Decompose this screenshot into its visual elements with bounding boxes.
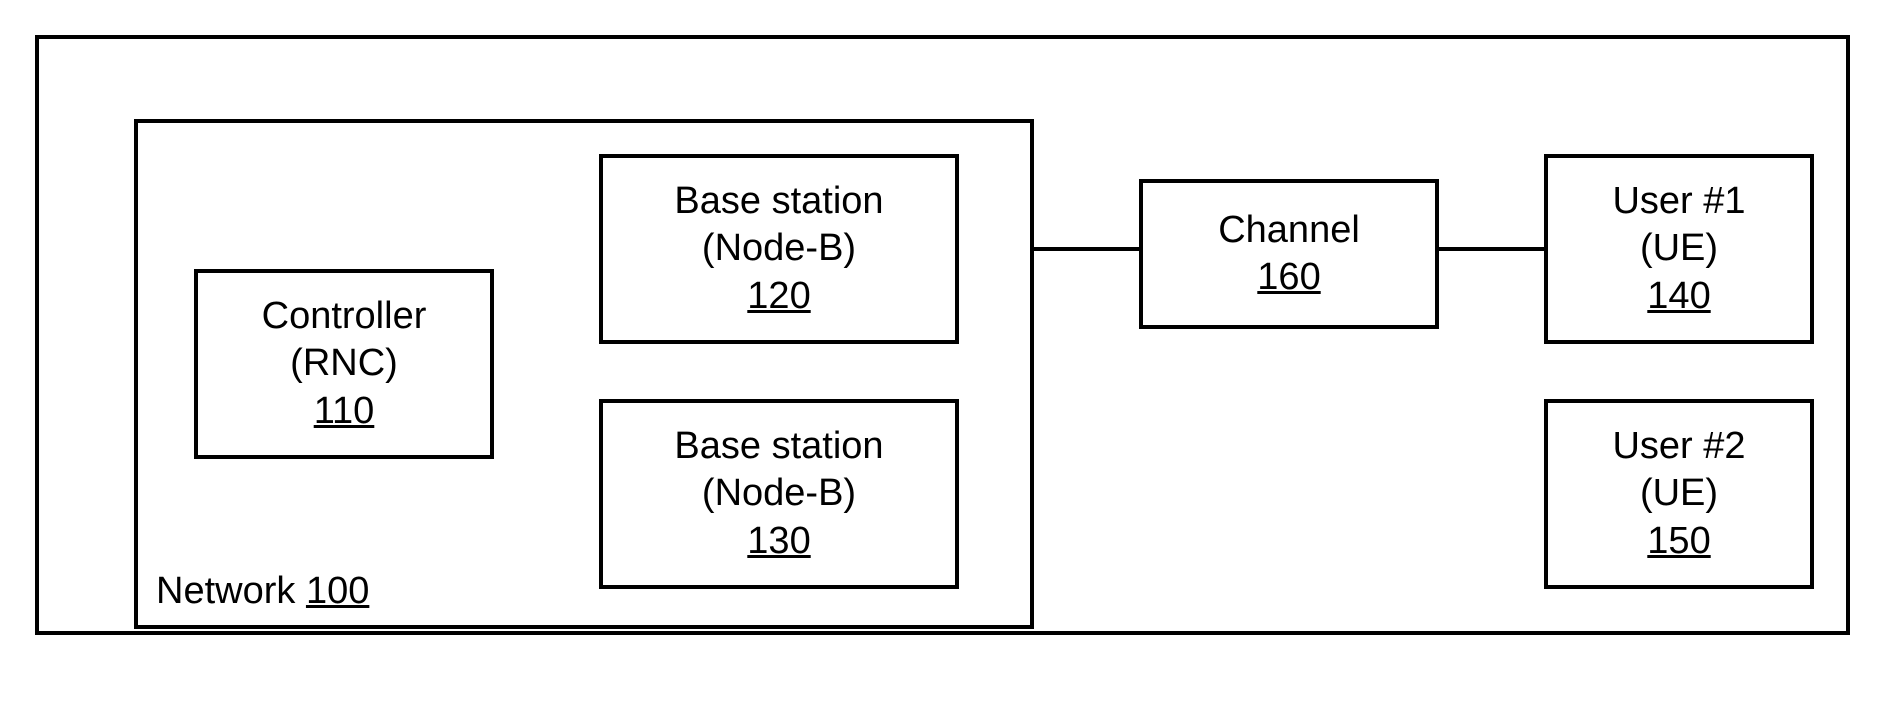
- network-label: Network 100: [156, 568, 369, 616]
- bs1-subtitle: (Node-B): [702, 225, 856, 273]
- base-station-1-box: Base station (Node-B) 120: [599, 154, 959, 344]
- user-1-box: User #1 (UE) 140: [1544, 154, 1814, 344]
- diagram-frame: Network 100 Controller (RNC) 110 Base st…: [35, 35, 1850, 635]
- controller-box: Controller (RNC) 110: [194, 269, 494, 459]
- bs2-ref: 130: [747, 518, 810, 566]
- bs1-title: Base station: [674, 178, 883, 226]
- user1-title: User #1: [1612, 178, 1745, 226]
- bs2-subtitle: (Node-B): [702, 470, 856, 518]
- controller-subtitle: (RNC): [290, 340, 398, 388]
- network-label-text: Network: [156, 570, 295, 612]
- user2-title: User #2: [1612, 423, 1745, 471]
- channel-ref: 160: [1257, 254, 1320, 302]
- controller-ref: 110: [314, 388, 375, 436]
- user2-ref: 150: [1647, 518, 1710, 566]
- channel-title: Channel: [1218, 207, 1360, 255]
- user1-ref: 140: [1647, 273, 1710, 321]
- base-station-2-box: Base station (Node-B) 130: [599, 399, 959, 589]
- user1-subtitle: (UE): [1640, 225, 1718, 273]
- bs2-title: Base station: [674, 423, 883, 471]
- controller-title: Controller: [262, 293, 427, 341]
- network-ref: 100: [306, 570, 369, 612]
- bs1-ref: 120: [747, 273, 810, 321]
- user2-subtitle: (UE): [1640, 470, 1718, 518]
- channel-box: Channel 160: [1139, 179, 1439, 329]
- user-2-box: User #2 (UE) 150: [1544, 399, 1814, 589]
